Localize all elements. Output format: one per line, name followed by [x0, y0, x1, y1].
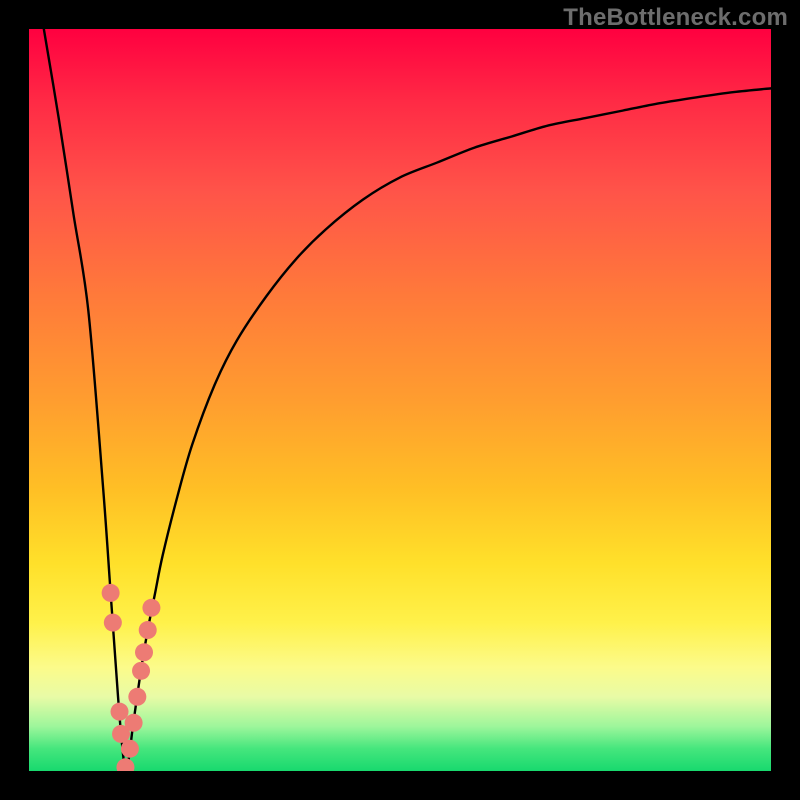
dot-right-5	[135, 643, 153, 661]
bottleneck-curve	[44, 29, 771, 771]
watermark-label: TheBottleneck.com	[563, 4, 788, 32]
dot-right-4	[132, 662, 150, 680]
dot-right-2	[125, 714, 143, 732]
dot-min	[116, 758, 134, 771]
chart-svg	[29, 29, 771, 771]
dot-left-1	[102, 584, 120, 602]
dot-right-3	[128, 688, 146, 706]
plot-area	[29, 29, 771, 771]
dot-right-7	[142, 599, 160, 617]
dot-right-1	[121, 740, 139, 758]
dot-left-2	[104, 614, 122, 632]
dot-right-6	[139, 621, 157, 639]
chart-frame: TheBottleneck.com	[0, 0, 800, 800]
dot-left-3	[111, 703, 129, 721]
